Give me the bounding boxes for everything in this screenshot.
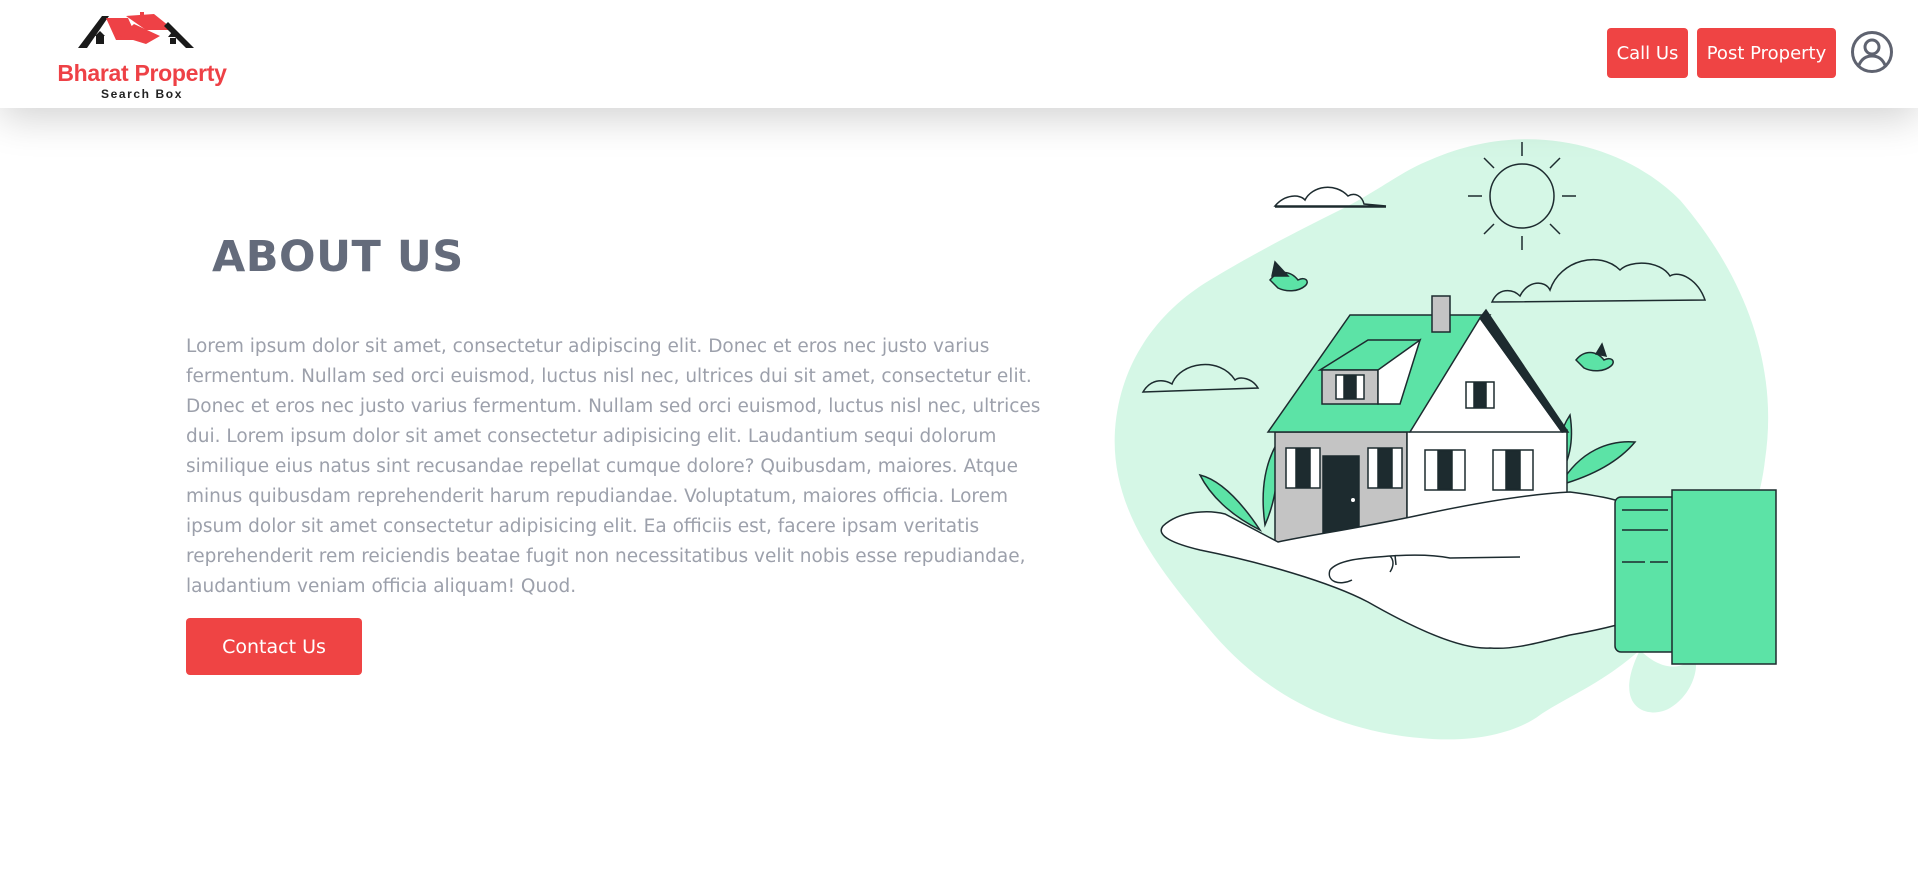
logo[interactable]: Bharat Property Search Box — [50, 10, 230, 101]
site-header: Bharat Property Search Box Call Us Post … — [0, 0, 1918, 108]
page-title: ABOUT US — [212, 232, 464, 282]
contact-us-button[interactable]: Contact Us — [186, 618, 362, 675]
house-in-hand-illustration — [1100, 130, 1800, 770]
about-paragraph: Lorem ipsum dolor sit amet, consectetur … — [186, 336, 1041, 597]
logo-subtitle: Search Box — [100, 87, 184, 101]
logo-title: Bharat Property — [57, 60, 227, 86]
house-roof-logo-icon — [78, 12, 194, 48]
user-circle-icon[interactable] — [1850, 30, 1894, 74]
call-us-button[interactable]: Call Us — [1607, 28, 1688, 78]
post-property-button[interactable]: Post Property — [1697, 28, 1836, 78]
